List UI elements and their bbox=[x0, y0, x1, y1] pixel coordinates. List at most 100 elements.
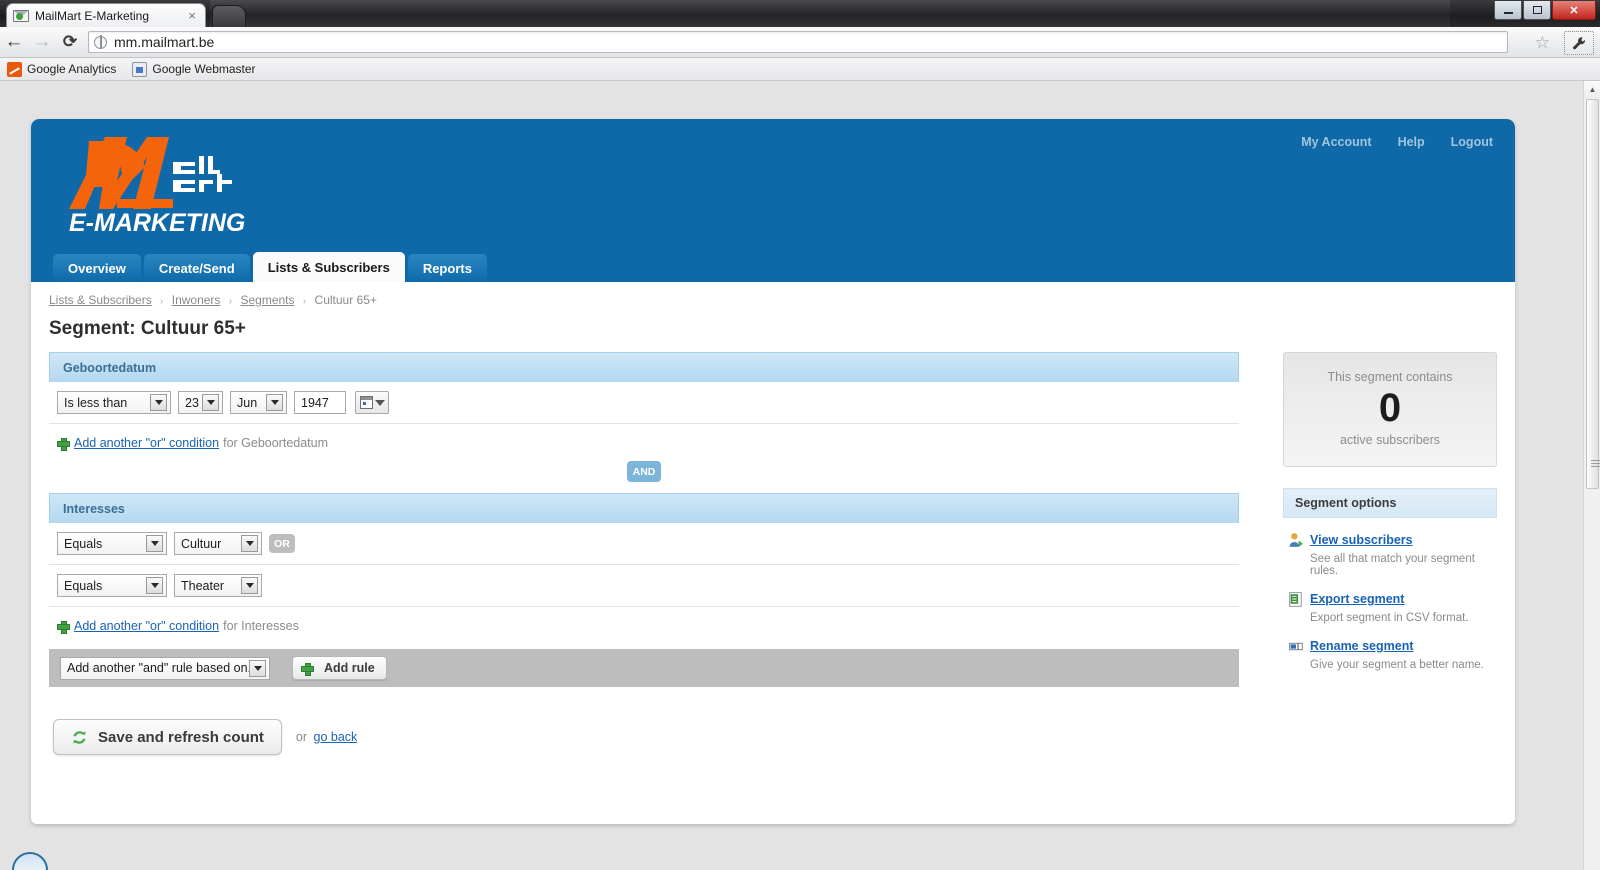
chevron-down-icon bbox=[146, 577, 163, 594]
tab-overview[interactable]: Overview bbox=[53, 254, 141, 282]
breadcrumb-item-segments[interactable]: Segments bbox=[240, 293, 294, 307]
day-select[interactable]: 23 bbox=[178, 391, 223, 414]
segment-count-box: This segment contains 0 active subscribe… bbox=[1283, 352, 1497, 467]
new-tab-button[interactable] bbox=[212, 5, 246, 27]
bookmark-google-analytics[interactable]: Google Analytics bbox=[7, 61, 117, 77]
tab-reports[interactable]: Reports bbox=[407, 254, 487, 282]
operator-select[interactable]: Equals bbox=[57, 532, 167, 555]
breadcrumb-item-lists[interactable]: Lists & Subscribers bbox=[49, 293, 152, 307]
close-tab-icon[interactable]: × bbox=[185, 9, 199, 22]
year-input[interactable]: 1947 bbox=[294, 391, 346, 414]
operator-select[interactable]: Equals bbox=[57, 574, 167, 597]
top-nav-help[interactable]: Help bbox=[1398, 135, 1425, 149]
segment-option-export-segment: Export segment Export segment in CSV for… bbox=[1283, 590, 1497, 624]
scrollbar-thumb[interactable] bbox=[1586, 99, 1600, 489]
spreadsheet-export-icon bbox=[1288, 591, 1310, 624]
tab-create-send[interactable]: Create/Send bbox=[143, 254, 250, 282]
export-segment-desc: Export segment in CSV format. bbox=[1310, 612, 1469, 624]
add-or-condition-geboortedatum: Add another "or" condition for Geboorted… bbox=[49, 424, 1239, 451]
breadcrumb-item-inwoners[interactable]: Inwoners bbox=[172, 293, 221, 307]
value-select[interactable]: Cultuur bbox=[174, 532, 262, 555]
titlebar-glass bbox=[210, 0, 1450, 27]
calendar-picker-icon[interactable] bbox=[355, 391, 389, 414]
chevron-down-icon bbox=[249, 659, 266, 677]
rule-row: Is less than 23 Jun 1947 bbox=[49, 382, 1239, 424]
segment-option-rename-segment: Rename segment Give your segment a bette… bbox=[1283, 637, 1497, 671]
add-or-condition-link[interactable]: Add another "or" condition bbox=[74, 619, 219, 633]
operator-select[interactable]: Is less than bbox=[57, 391, 171, 414]
forward-icon[interactable]: → bbox=[28, 28, 56, 56]
rule-row: Equals Cultuur OR bbox=[49, 523, 1239, 565]
chevron-down-icon bbox=[202, 394, 219, 411]
breadcrumb-item-current: Cultuur 65+ bbox=[314, 293, 377, 307]
bookmark-star-icon[interactable]: ☆ bbox=[1535, 33, 1550, 53]
segment-option-body: View subscribers See all that match your… bbox=[1310, 531, 1497, 577]
svg-text:E-MARKETING: E-MARKETING bbox=[69, 209, 245, 237]
chevron-down-icon bbox=[266, 394, 283, 411]
top-nav-logout[interactable]: Logout bbox=[1451, 135, 1493, 149]
mailmart-logo[interactable]: E-MARKETING bbox=[55, 131, 315, 251]
segment-option-view-subscribers: View subscribers See all that match your… bbox=[1283, 531, 1497, 577]
breadcrumb: Lists & Subscribers › Inwoners › Segment… bbox=[49, 293, 377, 307]
bookmark-label: Google Webmaster bbox=[152, 62, 256, 76]
segment-count-title: This segment contains bbox=[1327, 370, 1453, 384]
add-or-condition-interesses: Add another "or" condition for Interesse… bbox=[49, 607, 1239, 634]
save-button-label: Save and refresh count bbox=[98, 728, 264, 746]
maximize-icon[interactable] bbox=[1523, 1, 1551, 20]
go-back-link[interactable]: go back bbox=[314, 730, 358, 744]
chevron-down-icon bbox=[150, 394, 167, 411]
browser-window: MailMart E-Marketing × ✕ ← → ⟳ mm.mailma… bbox=[0, 0, 1600, 870]
refresh-icon bbox=[71, 729, 88, 746]
back-icon[interactable]: ← bbox=[0, 28, 28, 56]
rename-segment-link[interactable]: Rename segment bbox=[1310, 639, 1414, 653]
operator-select-value: Equals bbox=[64, 536, 103, 551]
add-rule-button[interactable]: Add rule bbox=[292, 656, 387, 680]
add-and-rule-select[interactable]: Add another "and" rule based on... bbox=[60, 656, 270, 680]
view-subscribers-desc: See all that match your segment rules. bbox=[1310, 553, 1475, 577]
or-word: or bbox=[295, 730, 308, 744]
scrollbar-grip-icon bbox=[1591, 460, 1600, 467]
bookmarks-bar: Google Analytics Google Webmaster bbox=[0, 58, 1600, 81]
scroll-up-icon[interactable]: ▲ bbox=[1584, 81, 1600, 98]
chevron-down-icon bbox=[241, 577, 258, 594]
breadcrumb-separator: › bbox=[302, 296, 307, 307]
browser-tab-title: MailMart E-Marketing bbox=[35, 8, 150, 23]
minimize-icon[interactable] bbox=[1494, 1, 1522, 20]
globe-icon bbox=[94, 35, 107, 49]
add-or-condition-suffix: for Geboortedatum bbox=[223, 436, 329, 450]
page-scrollbar[interactable]: ▲ bbox=[1583, 81, 1600, 870]
or-badge: OR bbox=[269, 534, 295, 553]
reload-icon[interactable]: ⟳ bbox=[56, 28, 84, 56]
chevron-down-icon bbox=[146, 535, 163, 552]
breadcrumb-separator: › bbox=[228, 296, 233, 307]
tab-lists-subscribers[interactable]: Lists & Subscribers bbox=[252, 252, 405, 282]
bookmark-google-webmaster[interactable]: Google Webmaster bbox=[132, 61, 256, 77]
wrench-menu-icon[interactable] bbox=[1564, 31, 1594, 55]
browser-tab[interactable]: MailMart E-Marketing × bbox=[6, 3, 206, 27]
address-bar[interactable]: mm.mailmart.be bbox=[88, 31, 1508, 53]
month-select[interactable]: Jun bbox=[230, 391, 287, 414]
browser-titlebar: MailMart E-Marketing × ✕ bbox=[0, 0, 1600, 27]
chevron-down-icon bbox=[241, 535, 258, 552]
segment-count-suffix: active subscribers bbox=[1339, 433, 1441, 447]
chat-bubble-widget[interactable] bbox=[12, 852, 48, 870]
value-select-value: Theater bbox=[181, 578, 225, 593]
value-select[interactable]: Theater bbox=[174, 574, 262, 597]
app-header: E-MARKETING My Account Help Logout Overv… bbox=[31, 119, 1515, 282]
browser-viewport: E-MARKETING My Account Help Logout Overv… bbox=[0, 81, 1600, 870]
rename-segment-desc: Give your segment a better name. bbox=[1310, 659, 1484, 671]
top-nav-my-account[interactable]: My Account bbox=[1301, 135, 1371, 149]
export-segment-link[interactable]: Export segment bbox=[1310, 592, 1404, 606]
value-select-value: Cultuur bbox=[181, 536, 222, 551]
rule-group-header-interesses: Interesses bbox=[49, 493, 1239, 523]
plus-icon bbox=[301, 662, 314, 676]
add-or-condition-link[interactable]: Add another "or" condition bbox=[74, 436, 219, 450]
view-subscribers-link[interactable]: View subscribers bbox=[1310, 533, 1413, 547]
save-and-refresh-button[interactable]: Save and refresh count bbox=[53, 719, 282, 755]
mail-envelope-icon bbox=[13, 9, 29, 23]
add-rule-bar: Add another "and" rule based on... Add r… bbox=[49, 649, 1239, 687]
close-window-icon[interactable]: ✕ bbox=[1552, 1, 1596, 20]
add-or-condition-suffix: for Interesses bbox=[223, 619, 299, 633]
bookmark-label: Google Analytics bbox=[27, 62, 117, 76]
operator-select-value: Equals bbox=[64, 578, 103, 593]
